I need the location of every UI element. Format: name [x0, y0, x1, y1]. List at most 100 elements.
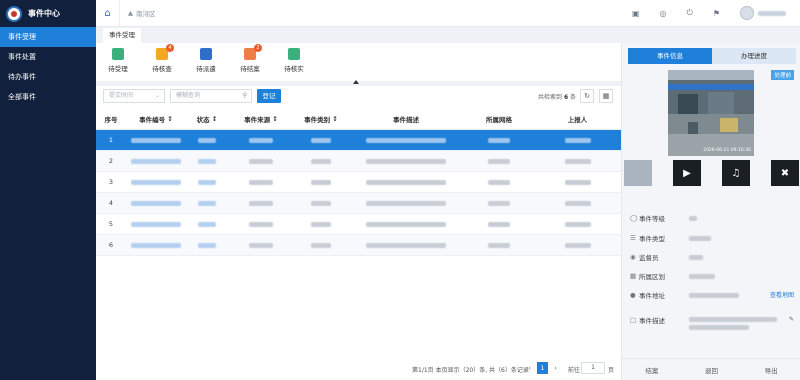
goto-label: 前往: [568, 367, 581, 374]
audio-icon[interactable]: ♫: [722, 160, 750, 186]
tool-label: 待核查: [152, 65, 172, 73]
field-level: ◯ 事件等级: [630, 213, 795, 223]
table-row[interactable]: 6: [96, 235, 621, 256]
tab-progress[interactable]: 办理进度: [712, 48, 796, 64]
collapse-arrow-icon[interactable]: [353, 80, 359, 84]
redacted-cell: [534, 221, 621, 227]
redacted-cell: [228, 137, 294, 143]
sidebar-item-dispose[interactable]: 事件处置: [0, 47, 96, 67]
date-select[interactable]: 提交时间 ⌄: [103, 89, 165, 103]
field-supervisor: ◉ 监督员: [630, 252, 795, 262]
table-row[interactable]: 3: [96, 172, 621, 193]
event-photo[interactable]: 2026-06-21 09:16:36: [668, 70, 754, 156]
redacted-cell: [294, 221, 348, 227]
redacted-value: [198, 137, 216, 143]
sidebar-item-all[interactable]: 全部事件: [0, 87, 96, 107]
sidebar-item-accept[interactable]: 事件受理: [0, 27, 96, 47]
tab-event-info[interactable]: 事件信息: [628, 48, 712, 64]
redacted-value: [198, 200, 216, 206]
keyword-input[interactable]: 模糊查询 ⚲: [170, 89, 252, 103]
home-icon[interactable]: ⌂: [96, 0, 120, 27]
page-1-button[interactable]: 1: [537, 362, 548, 374]
prev-page-icon[interactable]: ‹: [524, 362, 535, 374]
breadcrumb-region[interactable]: 南浔区: [136, 8, 156, 18]
return-button[interactable]: 退回: [705, 365, 718, 375]
thumbnail-image[interactable]: [624, 160, 652, 186]
tool-pending-accept[interactable]: 待受理: [98, 48, 138, 73]
redacted-value: [564, 221, 591, 227]
table-row[interactable]: 4: [96, 193, 621, 214]
sidebar-item-todo[interactable]: 待办事件: [0, 67, 96, 87]
register-button[interactable]: 登记: [257, 89, 281, 103]
sort-icon: ↕: [332, 114, 338, 123]
redacted-value: [311, 137, 331, 143]
redacted-value: [564, 158, 591, 164]
redacted-value: [311, 242, 331, 248]
table-row[interactable]: 5: [96, 214, 621, 235]
redacted-cell: [348, 158, 464, 164]
columns-icon[interactable]: ▦: [599, 89, 613, 103]
total-suffix: 条: [570, 94, 577, 101]
col-label: 事件编号: [139, 115, 166, 124]
tool-pending-verify[interactable]: 4 待核查: [142, 44, 182, 73]
shield-icon: ◯: [630, 214, 638, 222]
redacted-cell: [294, 200, 348, 206]
redacted-value: [198, 221, 216, 227]
photo-tag: 处理前: [771, 70, 794, 80]
row-index: 5: [108, 220, 114, 228]
tool-pending-close[interactable]: 2 待结案: [230, 44, 270, 73]
edit-icon[interactable]: ✎: [789, 316, 794, 323]
goto-page-input[interactable]: 1: [581, 362, 605, 374]
sort-icon: ↕: [272, 114, 278, 123]
chevron-down-icon: ⌄: [154, 92, 160, 99]
avatar[interactable]: [740, 6, 754, 20]
export-button[interactable]: 导出: [765, 365, 778, 375]
clipboard-icon: 2: [244, 44, 262, 60]
tool-pending-dispatch[interactable]: 待派遣: [186, 48, 226, 73]
row-index: 2: [108, 157, 114, 165]
total-count: 6: [563, 94, 569, 101]
list-icon: ☰: [630, 234, 636, 242]
table-row[interactable]: 2: [96, 151, 621, 172]
view-map-link[interactable]: 查看地图: [770, 290, 794, 299]
redacted-value: [131, 200, 181, 206]
video-icon[interactable]: ▶: [673, 160, 701, 186]
next-page-icon[interactable]: ›: [550, 362, 561, 374]
close-case-button[interactable]: 结案: [645, 365, 658, 375]
col-category[interactable]: 事件类别 ↕: [294, 114, 348, 124]
refresh-icon[interactable]: ↻: [580, 89, 594, 103]
redacted-value: [488, 179, 510, 185]
redacted-value: [564, 200, 591, 206]
globe-icon[interactable]: ◎: [660, 9, 667, 18]
sort-icon: ↕: [211, 114, 218, 123]
redacted-value: [131, 242, 181, 248]
tool-label: 待派遣: [196, 65, 216, 73]
col-event-no[interactable]: 事件编号 ↕: [126, 114, 186, 124]
redacted-value: [249, 137, 273, 143]
table-row[interactable]: 1: [96, 130, 621, 151]
redacted-value: [366, 200, 446, 206]
col-status[interactable]: 状态 ↕: [186, 114, 228, 124]
tab-event-accept[interactable]: 事件受理: [103, 28, 141, 43]
screen-icon[interactable]: ▣: [632, 9, 640, 18]
redacted-cell: [228, 179, 294, 185]
map-icon: ▦: [630, 272, 637, 280]
user-name-redacted: [758, 10, 786, 16]
field-label: 事件地址: [639, 292, 665, 300]
row-index: 6: [108, 241, 114, 249]
doc-icon: □: [630, 315, 637, 324]
no-media-icon[interactable]: ✖: [771, 160, 799, 186]
col-label: 事件来源: [244, 115, 271, 124]
redacted-value: [311, 221, 331, 227]
col-source[interactable]: 事件来源 ↕: [228, 114, 294, 124]
tool-pending-confirm[interactable]: 待核实: [274, 48, 314, 73]
redacted-value: [564, 137, 591, 143]
redacted-cell: [294, 158, 348, 164]
doc-verify-icon: [288, 48, 300, 60]
bell-icon[interactable]: ⚑: [713, 9, 720, 18]
power-icon[interactable]: ⏻: [687, 8, 693, 18]
redacted-value: [311, 179, 331, 185]
redacted-cell: [534, 242, 621, 248]
redacted-value: [249, 200, 273, 206]
redacted-cell: [534, 200, 621, 206]
